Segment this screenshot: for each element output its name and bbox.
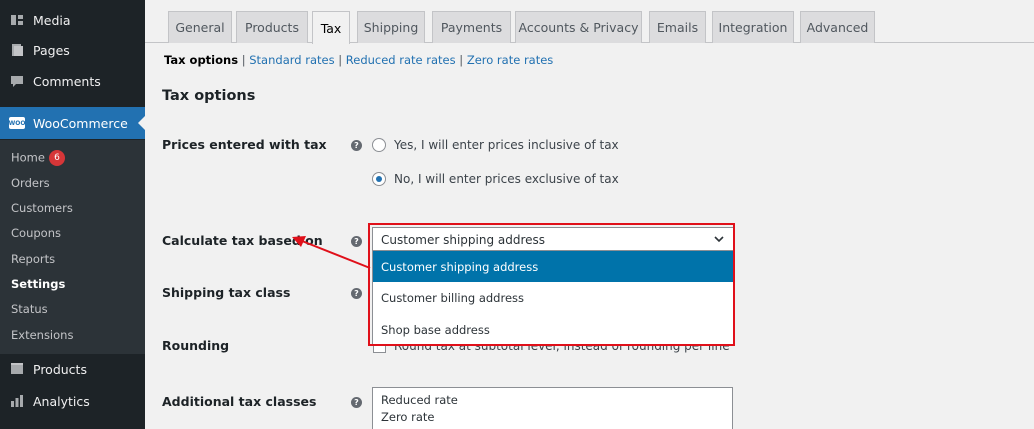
sidebar-item-label: Pages bbox=[33, 42, 70, 58]
comments-icon bbox=[10, 74, 24, 88]
settings-tab-bar: General Products Tax Shipping Payments A… bbox=[145, 0, 1034, 44]
media-icon bbox=[10, 13, 24, 27]
tab-products[interactable]: Products bbox=[236, 11, 308, 43]
sidebar-item-media[interactable]: Media bbox=[0, 4, 145, 36]
submenu-item-status[interactable]: Status bbox=[11, 302, 48, 316]
tab-tax[interactable]: Tax bbox=[312, 11, 350, 44]
sidebar-item-label: Comments bbox=[33, 73, 101, 89]
submenu-item-customers[interactable]: Customers bbox=[11, 201, 73, 215]
sidebar-item-label: Media bbox=[33, 12, 71, 28]
submenu-item-extensions[interactable]: Extensions bbox=[11, 328, 73, 342]
tab-emails[interactable]: Emails bbox=[649, 11, 706, 43]
analytics-icon bbox=[10, 394, 24, 408]
submenu-item-settings[interactable]: Settings bbox=[11, 277, 65, 291]
products-icon bbox=[10, 362, 24, 376]
tab-integration[interactable]: Integration bbox=[712, 11, 794, 43]
submenu-item-coupons[interactable]: Coupons bbox=[11, 226, 61, 240]
rounding-label: Rounding bbox=[162, 338, 230, 353]
woocommerce-icon: WOO bbox=[9, 116, 25, 130]
tab-general[interactable]: General bbox=[168, 11, 232, 43]
sidebar-item-products[interactable]: Products bbox=[0, 353, 145, 385]
prices-entered-label: Prices entered with tax bbox=[162, 137, 327, 152]
sidebar-item-woocommerce[interactable]: WOO WooCommerce bbox=[0, 107, 145, 139]
radio-prices-inclusive[interactable]: Yes, I will enter prices inclusive of ta… bbox=[372, 138, 619, 152]
radio-button[interactable] bbox=[372, 138, 386, 152]
shipping-tax-class-label: Shipping tax class bbox=[162, 285, 291, 300]
submenu-item-orders[interactable]: Orders bbox=[11, 176, 50, 190]
help-icon[interactable]: ? bbox=[351, 397, 362, 408]
sidebar-item-label: Analytics bbox=[33, 393, 90, 409]
subnav-link-zero-rate[interactable]: Zero rate rates bbox=[467, 53, 554, 67]
sidebar-item-label: WooCommerce bbox=[33, 115, 128, 131]
calculate-tax-label: Calculate tax based on bbox=[162, 233, 323, 248]
tax-subnav: Tax options | Standard rates | Reduced r… bbox=[164, 53, 554, 67]
additional-tax-classes-textarea[interactable]: Reduced rate Zero rate bbox=[372, 387, 733, 429]
sidebar-item-label: Products bbox=[33, 361, 87, 377]
help-icon[interactable]: ? bbox=[351, 140, 362, 151]
active-indicator-arrow bbox=[138, 116, 145, 130]
annotation-highlight-box bbox=[368, 223, 735, 346]
subnav-link-reduced-rate[interactable]: Reduced rate rates bbox=[346, 53, 456, 67]
tab-advanced[interactable]: Advanced bbox=[800, 11, 875, 43]
submenu-item-reports[interactable]: Reports bbox=[11, 252, 55, 266]
radio-prices-exclusive[interactable]: No, I will enter prices exclusive of tax bbox=[372, 172, 619, 186]
help-icon[interactable]: ? bbox=[351, 288, 362, 299]
sidebar-item-pages[interactable]: Pages bbox=[0, 34, 145, 66]
admin-sidebar: Media Pages Comments WOO WooCommerce Hom… bbox=[0, 0, 145, 429]
subnav-link-standard-rates[interactable]: Standard rates bbox=[249, 53, 334, 67]
subnav-current: Tax options bbox=[164, 53, 239, 67]
sidebar-item-analytics[interactable]: Analytics bbox=[0, 385, 145, 417]
help-icon[interactable]: ? bbox=[351, 236, 362, 247]
pages-icon bbox=[10, 43, 24, 57]
notification-badge: 6 bbox=[48, 150, 65, 166]
tab-accounts-privacy[interactable]: Accounts & Privacy bbox=[515, 11, 642, 43]
radio-button-checked[interactable] bbox=[372, 172, 386, 186]
submenu-item-home[interactable]: Home 6 bbox=[11, 150, 65, 166]
additional-tax-classes-label: Additional tax classes bbox=[162, 394, 317, 409]
sidebar-item-comments[interactable]: Comments bbox=[0, 65, 145, 97]
tab-shipping[interactable]: Shipping bbox=[357, 11, 425, 43]
section-title: Tax options bbox=[162, 88, 256, 104]
tab-payments[interactable]: Payments bbox=[432, 11, 511, 43]
woocommerce-submenu: Home 6 Orders Customers Coupons Reports S… bbox=[0, 140, 145, 354]
